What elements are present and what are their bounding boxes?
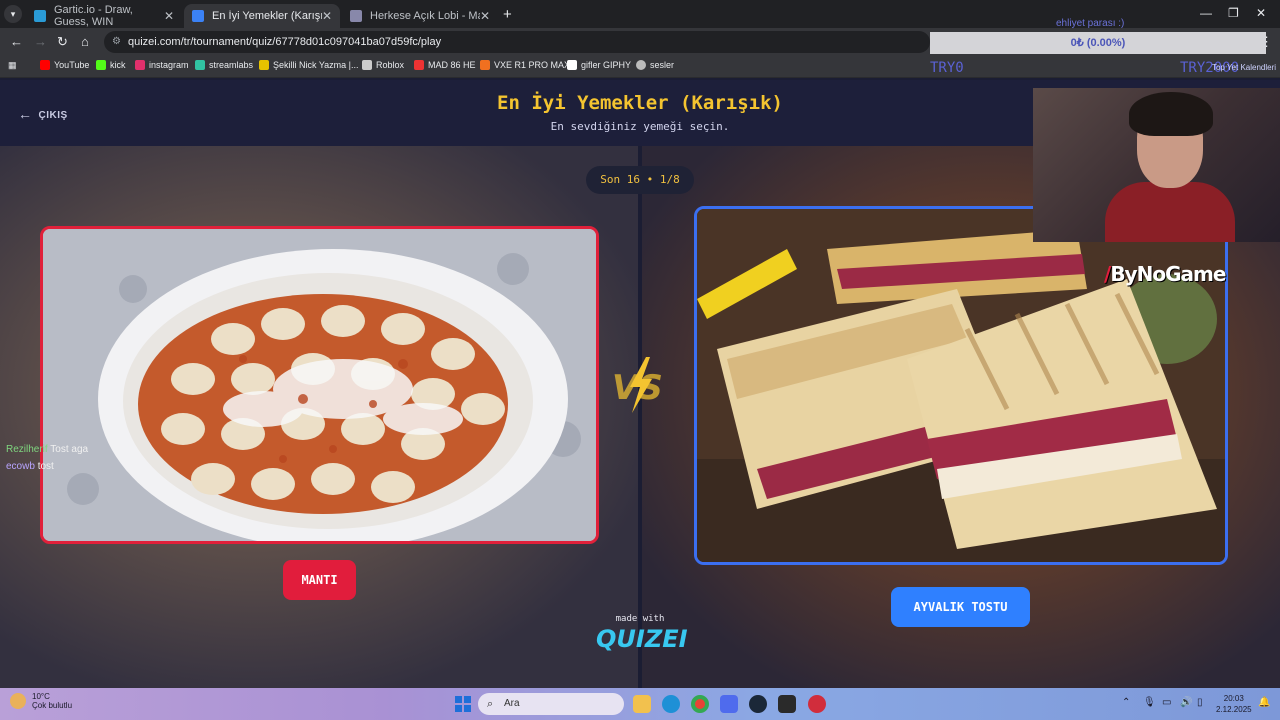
kick-icon: [96, 60, 106, 70]
taskbar-search-input[interactable]: ⌕ Ara: [478, 693, 624, 715]
tab-quizei[interactable]: En İyi Yemekler (Karışık) - Tier Li ✕: [184, 4, 340, 28]
option-card-right[interactable]: [694, 206, 1228, 565]
chat-message: Rezilherif Tost aga: [6, 444, 88, 455]
url-input[interactable]: ⚙ quizei.com/tr/tournament/quiz/67778d01…: [104, 31, 930, 53]
search-icon: ⌕: [487, 698, 494, 710]
made-with-label: made with: [615, 614, 665, 624]
top-note: Top Yet Kalendleri: [1212, 63, 1277, 72]
windows-taskbar: 10°C Çok bulutlu ⌕ Ara ⌃ 🎙 ▭ 🔊 ▯ 20:03 2…: [0, 688, 1280, 720]
bookmark-roblox[interactable]: Roblox: [362, 60, 404, 70]
epic-games-icon[interactable]: [778, 695, 796, 713]
close-icon[interactable]: ✕: [164, 9, 174, 23]
roblox-icon: [362, 60, 372, 70]
search-placeholder: Ara: [504, 698, 520, 709]
giphy-icon: [567, 60, 577, 70]
webcam-overlay: [1033, 88, 1280, 242]
youtube-icon: [40, 60, 50, 70]
microphone-icon[interactable]: 🎙: [1143, 697, 1156, 708]
tab-title: Herkese Açık Lobi - Make it Me: [370, 10, 480, 22]
tab-title: En İyi Yemekler (Karışık) - Tier Li: [212, 10, 322, 22]
store-icon[interactable]: [720, 695, 738, 713]
bookmark-sesler[interactable]: sesler: [636, 60, 674, 70]
vs-lightning-icon: VS: [612, 357, 663, 413]
network-icon[interactable]: ▭: [1162, 697, 1171, 708]
back-arrow-icon[interactable]: ←: [10, 34, 23, 49]
chat-text: Tost aga: [50, 444, 89, 455]
bookmark-streamlabs[interactable]: streamlabs: [195, 60, 253, 70]
chat-text: tost: [37, 461, 54, 472]
round-badge: Son 16 • 1/8: [586, 166, 694, 194]
file-explorer-icon[interactable]: [633, 695, 651, 713]
streaming-app-icon[interactable]: [808, 695, 826, 713]
instagram-icon: [135, 60, 145, 70]
donation-goal-bar: 0₺ (0.00%): [930, 32, 1266, 54]
chat-username: ecowb: [6, 461, 35, 472]
edge-icon[interactable]: [662, 695, 680, 713]
chrome-icon[interactable]: [691, 695, 709, 713]
weather-cloud-icon: [10, 693, 26, 709]
bookmark-giphy[interactable]: gifler GIPHY: [567, 60, 631, 70]
bookmark-instagram[interactable]: instagram: [135, 60, 189, 70]
quizei-favicon-icon: [192, 10, 204, 22]
chat-message: ecowb tost: [6, 461, 54, 472]
bookmarks-bar: ▦ YouTube kick instagram streamlabs Şeki…: [0, 56, 1280, 78]
close-icon[interactable]: ✕: [322, 9, 332, 23]
bookmark-kick[interactable]: kick: [96, 60, 126, 70]
bookmark-youtube[interactable]: YouTube: [40, 60, 89, 70]
chevron-down-icon[interactable]: ▾: [4, 5, 22, 23]
gartic-favicon-icon: [34, 10, 46, 22]
home-icon[interactable]: ⌂: [81, 34, 89, 49]
vxe-icon: [480, 60, 490, 70]
sekilli-nick-icon: [259, 60, 269, 70]
new-tab-button[interactable]: +: [503, 6, 512, 23]
apps-grid-icon[interactable]: ▦: [8, 60, 17, 71]
clock-date: 2.12.2025: [1216, 705, 1252, 714]
choose-left-button[interactable]: MANTI: [283, 560, 356, 600]
forward-arrow-icon[interactable]: →: [34, 34, 47, 49]
weather-widget[interactable]: 10°C Çok bulutlu: [10, 692, 72, 710]
clock-time: 20:03: [1223, 694, 1244, 703]
mad86-icon: [414, 60, 424, 70]
system-clock[interactable]: 20:03 2.12.2025: [1216, 693, 1252, 715]
close-icon[interactable]: ✕: [480, 9, 490, 23]
url-text: quizei.com/tr/tournament/quiz/67778d01c0…: [128, 36, 442, 48]
center-divider: [638, 146, 642, 690]
windows-start-icon[interactable]: [455, 696, 471, 712]
streamlabs-icon: [195, 60, 205, 70]
bookmark-vxe[interactable]: VXE R1 PRO MAX: [480, 60, 570, 70]
notification-bell-icon[interactable]: 🔔: [1258, 697, 1270, 708]
tab-makeitmeme[interactable]: Herkese Açık Lobi - Make it Me ✕: [342, 4, 498, 28]
donation-min-label: TRY0: [930, 60, 964, 76]
steam-icon[interactable]: [749, 695, 767, 713]
chat-username: Rezilherif: [6, 444, 48, 455]
choose-right-button[interactable]: AYVALIK TOSTU: [891, 587, 1030, 627]
bookmark-mad86[interactable]: MAD 86 HE: [414, 60, 476, 70]
volume-icon[interactable]: 🔊: [1180, 697, 1192, 708]
makeitmeme-favicon-icon: [350, 10, 362, 22]
weather-desc: Çok bulutlu: [32, 701, 73, 710]
tab-gartic[interactable]: Gartic.io - Draw, Guess, WIN ✕: [26, 4, 182, 28]
reload-icon[interactable]: ↻: [57, 34, 68, 50]
chevron-up-icon[interactable]: ⌃: [1122, 697, 1130, 708]
bookmark-sekilli-nick[interactable]: Şekilli Nick Yazma |...: [259, 60, 359, 70]
option-card-left[interactable]: [40, 226, 599, 544]
restore-button[interactable]: ❐: [1228, 6, 1239, 20]
quizei-logo[interactable]: QUIZEI: [596, 625, 688, 653]
window-close-button[interactable]: ✕: [1256, 6, 1266, 20]
battery-icon[interactable]: ▯: [1197, 697, 1203, 708]
tab-title: Gartic.io - Draw, Guess, WIN: [54, 4, 133, 28]
sponsor-logo: /ByNoGame: [1104, 262, 1226, 286]
site-info-icon[interactable]: ⚙: [112, 31, 121, 53]
weather-temp: 10°C: [32, 692, 50, 701]
minimize-button[interactable]: —: [1200, 6, 1212, 20]
manti-image: [43, 229, 596, 541]
sesler-icon: [636, 60, 646, 70]
